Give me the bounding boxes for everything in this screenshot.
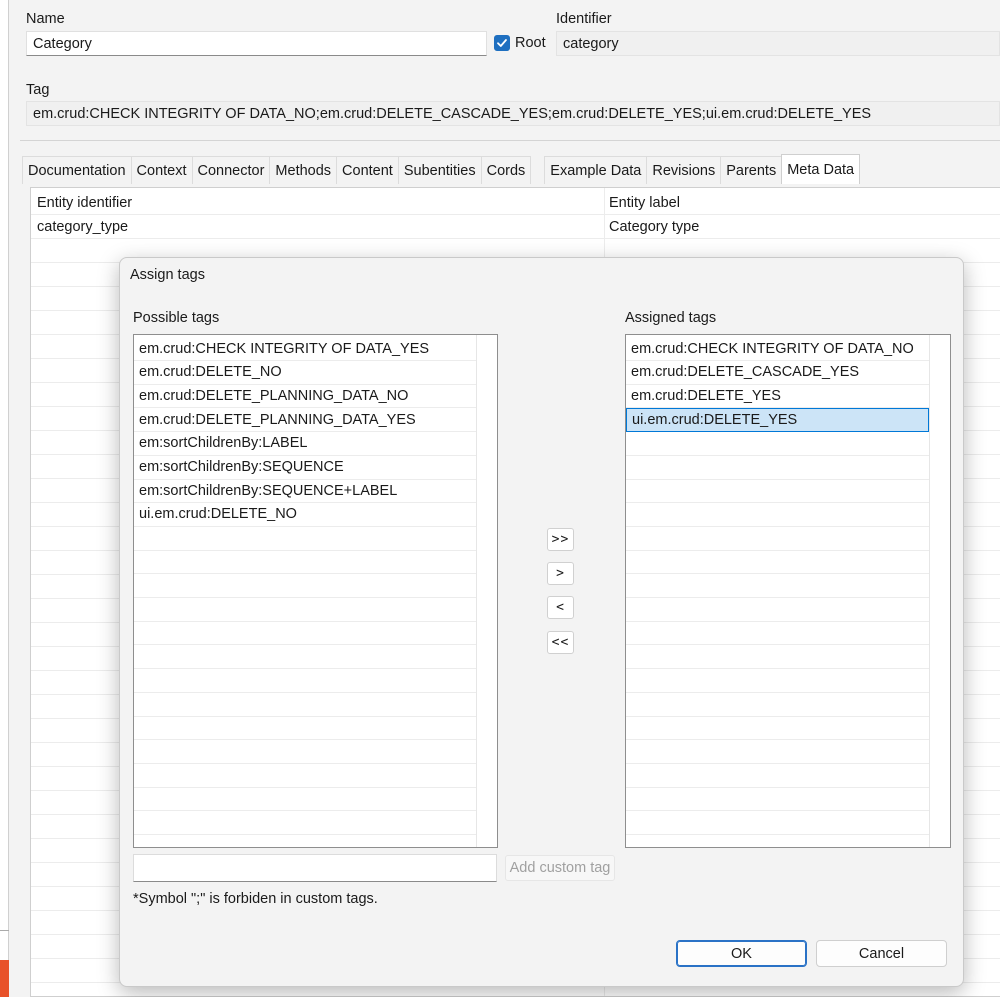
- table-row[interactable]: category_type Category type: [31, 215, 1000, 239]
- empty-list-row: [134, 669, 476, 693]
- empty-list-row: [134, 527, 476, 551]
- entity-label-cell: Category type: [609, 219, 700, 235]
- checkmark-icon: [497, 39, 507, 47]
- tab-content[interactable]: Content: [336, 156, 399, 184]
- empty-list-row: [626, 574, 929, 598]
- possible-tags-list[interactable]: em.crud:CHECK INTEGRITY OF DATA_YES em.cr…: [133, 334, 498, 848]
- move-left-button[interactable]: <: [547, 596, 574, 619]
- list-item[interactable]: ui.em.crud:DELETE_YES: [626, 408, 929, 433]
- tab-example-data[interactable]: Example Data: [544, 156, 648, 184]
- list-item[interactable]: em:sortChildrenBy:LABEL: [134, 432, 476, 456]
- empty-list-row: [626, 527, 929, 551]
- empty-list-row: [626, 764, 929, 788]
- tag-value: em.crud:CHECK INTEGRITY OF DATA_NO;em.cr…: [33, 105, 872, 122]
- root-checkbox[interactable]: [494, 35, 510, 51]
- empty-list-row: [626, 598, 929, 622]
- list-item[interactable]: ui.em.crud:DELETE_NO: [134, 503, 476, 527]
- empty-list-row: [626, 787, 929, 812]
- empty-list-row: [134, 740, 476, 764]
- custom-tag-input[interactable]: [133, 854, 497, 882]
- assigned-tags-list[interactable]: em.crud:CHECK INTEGRITY OF DATA_NO em.cru…: [625, 334, 951, 848]
- tab-connector[interactable]: Connector: [191, 156, 271, 184]
- edge-tick: [0, 930, 9, 931]
- empty-list-row: [134, 787, 476, 812]
- list-item[interactable]: em.crud:DELETE_YES: [626, 384, 929, 409]
- tab-bar: Documentation Context Connector Methods …: [22, 154, 861, 184]
- empty-list-row: [626, 432, 929, 456]
- entity-identifier-cell: category_type: [37, 219, 129, 235]
- list-item[interactable]: em:sortChildrenBy:SEQUENCE: [134, 456, 476, 480]
- empty-list-row: [134, 621, 476, 646]
- tag-field[interactable]: em.crud:CHECK INTEGRITY OF DATA_NO;em.cr…: [26, 101, 1000, 126]
- list-item[interactable]: em.crud:DELETE_PLANNING_DATA_YES: [134, 408, 476, 433]
- custom-tag-note: *Symbol ";" is forbiden in custom tags.: [133, 891, 378, 907]
- left-edge-strip: [0, 0, 9, 997]
- tab-meta-data[interactable]: Meta Data: [781, 154, 861, 184]
- tab-revisions[interactable]: Revisions: [646, 156, 722, 184]
- tab-methods[interactable]: Methods: [269, 156, 338, 184]
- identifier-field[interactable]: category: [556, 31, 1000, 56]
- ok-button[interactable]: OK: [676, 940, 807, 967]
- empty-list-row: [134, 811, 476, 835]
- tab-subentities[interactable]: Subentities: [397, 156, 482, 184]
- empty-list-row: [134, 693, 476, 717]
- list-item[interactable]: em.crud:DELETE_CASCADE_YES: [626, 361, 929, 385]
- assigned-tags-label: Assigned tags: [625, 310, 717, 326]
- tab-parents[interactable]: Parents: [720, 156, 783, 184]
- list-item[interactable]: em.crud:DELETE_PLANNING_DATA_NO: [134, 384, 476, 409]
- empty-list-row: [134, 716, 476, 741]
- empty-list-row: [626, 811, 929, 835]
- list-item[interactable]: em:sortChildrenBy:SEQUENCE+LABEL: [134, 479, 476, 504]
- empty-list-row: [626, 645, 929, 670]
- edge-marker: [0, 960, 9, 997]
- empty-list-row: [626, 669, 929, 693]
- move-all-right-button[interactable]: >>: [547, 528, 574, 551]
- assign-tags-dialog: Assign tags Possible tags em.crud:CHECK …: [119, 257, 964, 987]
- empty-list-row: [134, 574, 476, 598]
- entity-identifier-header: Entity identifier: [37, 195, 133, 211]
- empty-list-row: [626, 716, 929, 741]
- name-label: Name: [26, 11, 65, 27]
- list-item[interactable]: em.crud:CHECK INTEGRITY OF DATA_YES: [134, 337, 476, 361]
- name-field[interactable]: Category: [26, 31, 487, 56]
- cancel-button[interactable]: Cancel: [816, 940, 947, 967]
- empty-list-row: [626, 503, 929, 527]
- identifier-label: Identifier: [556, 11, 612, 27]
- list-column-divider: [476, 335, 477, 847]
- list-item[interactable]: em.crud:DELETE_NO: [134, 361, 476, 385]
- empty-list-row: [626, 456, 929, 480]
- empty-list-row: [134, 764, 476, 788]
- dialog-title: Assign tags: [130, 267, 205, 283]
- empty-list-row: [626, 479, 929, 504]
- list-item[interactable]: em.crud:CHECK INTEGRITY OF DATA_NO: [626, 337, 929, 361]
- list-column-divider: [929, 335, 930, 847]
- empty-list-row: [134, 598, 476, 622]
- empty-list-row: [134, 550, 476, 575]
- empty-list-row: [626, 693, 929, 717]
- tab-cords[interactable]: Cords: [480, 156, 532, 184]
- tab-documentation[interactable]: Documentation: [22, 156, 132, 184]
- root-checkbox-group[interactable]: Root: [494, 35, 546, 51]
- tab-context[interactable]: Context: [130, 156, 193, 184]
- meta-header-row: Entity identifier Entity label: [31, 191, 1000, 215]
- add-custom-tag-button[interactable]: Add custom tag: [505, 855, 615, 881]
- empty-list-row: [134, 645, 476, 670]
- possible-tags-label: Possible tags: [133, 310, 220, 326]
- empty-list-row: [626, 621, 929, 646]
- section-divider: [20, 140, 1000, 141]
- identifier-value: category: [563, 35, 619, 52]
- move-right-button[interactable]: >: [547, 562, 574, 585]
- entity-label-header: Entity label: [609, 195, 680, 211]
- empty-list-row: [626, 550, 929, 575]
- name-value: Category: [33, 35, 92, 52]
- tag-label: Tag: [26, 82, 50, 98]
- root-label: Root: [515, 35, 546, 51]
- empty-list-row: [626, 740, 929, 764]
- move-all-left-button[interactable]: <<: [547, 631, 574, 654]
